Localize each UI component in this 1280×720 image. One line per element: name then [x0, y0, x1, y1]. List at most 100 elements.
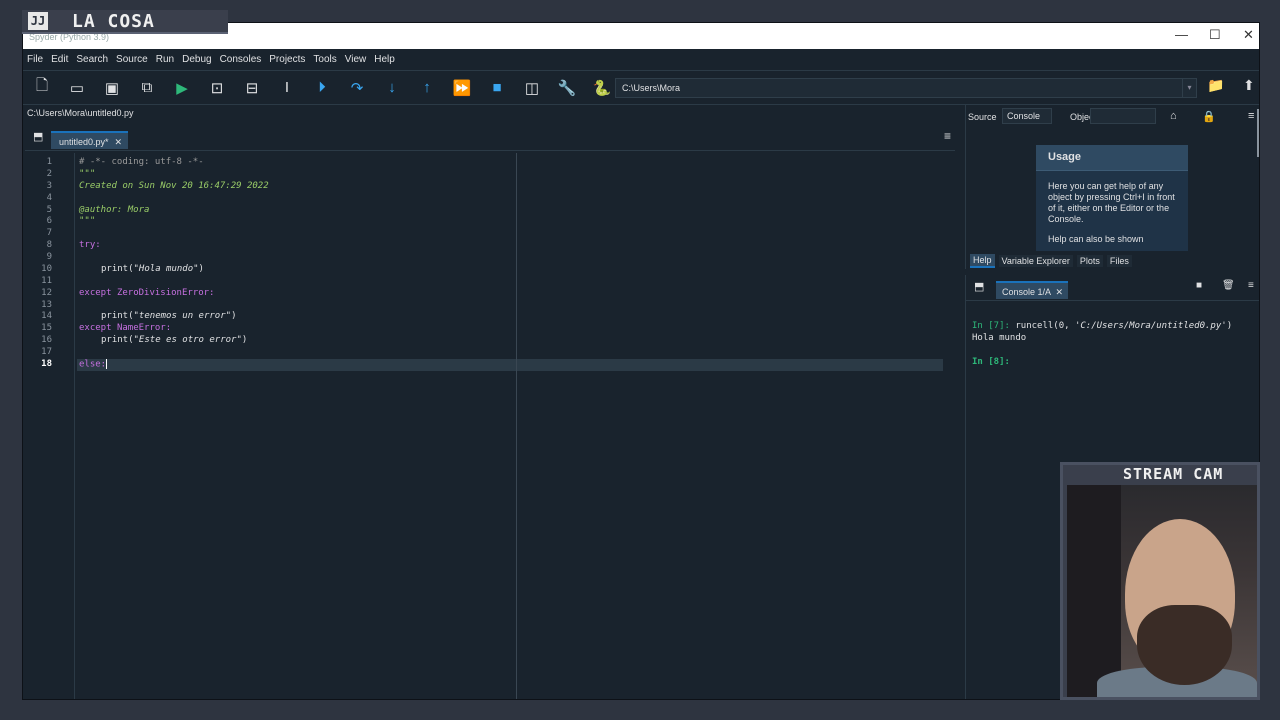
console-prompt: In [7]:	[972, 321, 1010, 331]
menu-view[interactable]: View	[345, 54, 367, 65]
code-line-18: else:	[79, 359, 108, 370]
parent-directory-icon[interactable]: ⬆	[1243, 77, 1255, 94]
run-icon[interactable]: ▶	[169, 75, 195, 101]
continue-icon[interactable]: ⏩	[449, 75, 475, 101]
step-return-icon[interactable]: ↑	[414, 75, 440, 101]
console-command-end: )	[1226, 321, 1233, 331]
line-number: 8	[46, 240, 52, 250]
text-cursor	[106, 359, 108, 369]
editor-options-icon[interactable]: ≡	[944, 129, 951, 143]
stop-icon[interactable]: ■	[484, 75, 510, 101]
code-line-14: print("tenemos un error")	[101, 311, 236, 321]
line-number: 12	[41, 288, 52, 298]
menu-edit[interactable]: Edit	[51, 54, 68, 65]
line-number: 9	[46, 252, 52, 262]
code-line-5: @author: Mora	[79, 205, 150, 215]
clear-console-icon[interactable]: 🗑	[1222, 280, 1235, 291]
python-path-icon[interactable]: 🐍	[589, 75, 615, 101]
line-number: 15	[41, 323, 52, 333]
line-number: 5	[46, 205, 52, 215]
code-token: print(	[101, 311, 134, 321]
overlay-title-text: LA COSA	[72, 11, 155, 32]
menu-source[interactable]: Source	[116, 54, 148, 65]
run-cell-advance-icon[interactable]: ⊟	[239, 75, 265, 101]
menu-consoles[interactable]: Consoles	[220, 54, 262, 65]
stop-kernel-icon[interactable]: ■	[1196, 280, 1202, 291]
code-keyword: except	[79, 288, 112, 298]
help-scrollbar[interactable]	[1257, 109, 1259, 157]
help-tab-bar: Help Variable Explorer Plots Files	[966, 253, 1132, 269]
browse-tabs-icon[interactable]: ⬒	[33, 130, 43, 143]
menu-search[interactable]: Search	[76, 54, 108, 65]
menu-run[interactable]: Run	[156, 54, 174, 65]
save-all-icon[interactable]: ⧉	[134, 75, 160, 101]
usage-more-text: Help can also be shown	[1048, 234, 1144, 244]
background-shelf	[1067, 485, 1121, 697]
debug-icon[interactable]: ⏵	[309, 75, 335, 101]
console-current-prompt[interactable]: In [8]:	[972, 357, 1010, 367]
tab-plots[interactable]: Plots	[1076, 255, 1103, 267]
code-token: print(	[101, 335, 134, 345]
code-exception: ZeroDivisionError:	[116, 288, 215, 298]
run-selection-icon[interactable]: I	[274, 75, 300, 101]
menu-file[interactable]: File	[27, 54, 43, 65]
usage-text: Here you can get help of any object by p…	[1048, 181, 1175, 224]
code-string: "Hola mundo"	[133, 264, 199, 274]
line-number: 2	[46, 169, 52, 179]
console-command: runcell(0,	[1009, 321, 1075, 331]
code-editor[interactable]: # -*- coding: utf-8 -*- """ Created on S…	[77, 153, 945, 699]
object-input[interactable]	[1090, 108, 1156, 124]
tab-untitled0[interactable]: untitled0.py* ✕	[51, 131, 128, 149]
console-input-line: In [7]: runcell(0, 'C:/Users/Mora/untitl…	[972, 321, 1232, 331]
new-file-icon[interactable]: 🗋	[29, 75, 55, 101]
menu-bar: File Edit Search Source Run Debug Consol…	[23, 49, 1259, 71]
console-tab-label: Console 1/A	[1002, 287, 1052, 297]
code-line-12: except ZeroDivisionError:	[79, 288, 214, 298]
menu-help[interactable]: Help	[374, 54, 395, 65]
code-line-15: except NameError:	[79, 323, 171, 333]
close-tab-icon[interactable]: ✕	[114, 133, 122, 151]
lock-icon[interactable]: 🔒	[1202, 110, 1216, 123]
working-directory-input[interactable]: C:\Users\Mora ▾	[615, 78, 1197, 98]
minimize-button[interactable]: —	[1175, 27, 1188, 42]
help-content: Usage Here you can get help of any objec…	[966, 131, 1256, 251]
code-line-2: """	[79, 169, 96, 179]
help-header: Source Console Object ⌂ 🔒 ≡	[966, 105, 1259, 127]
line-number: 10	[41, 264, 52, 274]
help-options-icon[interactable]: ≡	[1248, 110, 1254, 122]
maximize-pane-icon[interactable]: ◫	[519, 75, 545, 101]
tab-help[interactable]: Help	[970, 254, 995, 268]
home-icon[interactable]: ⌂	[1170, 110, 1177, 122]
menu-debug[interactable]: Debug	[182, 54, 211, 65]
close-button[interactable]: ✕	[1243, 27, 1254, 43]
browse-consoles-icon[interactable]: ⬒	[974, 280, 984, 293]
code-line-16: print("Este es otro error")	[101, 335, 247, 345]
tab-label: untitled0.py*	[59, 137, 109, 147]
code-line-10: print("Hola mundo")	[101, 264, 204, 274]
step-into-icon[interactable]: ↓	[379, 75, 405, 101]
tab-console-1a[interactable]: Console 1/A ✕	[996, 281, 1068, 299]
current-line-highlight	[77, 359, 943, 371]
code-token: )	[241, 335, 248, 345]
console-output: Hola mundo	[972, 333, 1027, 343]
source-select[interactable]: Console	[1002, 108, 1052, 124]
stream-cam-label: STREAM CAM	[1123, 465, 1224, 483]
menu-projects[interactable]: Projects	[269, 54, 305, 65]
tab-files[interactable]: Files	[1106, 255, 1132, 267]
console-options-icon[interactable]: ≡	[1248, 280, 1254, 291]
save-icon[interactable]: ▣	[99, 75, 125, 101]
step-icon[interactable]: ↷	[344, 75, 370, 101]
browse-folder-icon[interactable]: 📁	[1207, 77, 1224, 94]
line-number: 17	[41, 347, 52, 357]
preferences-icon[interactable]: 🔧	[554, 75, 580, 101]
usage-card: Usage Here you can get help of any objec…	[1036, 145, 1188, 251]
tab-variable-explorer[interactable]: Variable Explorer	[998, 255, 1073, 267]
maximize-button[interactable]: ☐	[1209, 27, 1221, 43]
chevron-down-icon[interactable]: ▾	[1182, 79, 1196, 97]
open-file-icon[interactable]: ▭	[64, 75, 90, 101]
line-number: 3	[46, 181, 52, 191]
run-cell-icon[interactable]: ⊡	[204, 75, 230, 101]
close-console-icon[interactable]: ✕	[1055, 283, 1063, 301]
code-keyword: except	[79, 323, 112, 333]
menu-tools[interactable]: Tools	[313, 54, 336, 65]
